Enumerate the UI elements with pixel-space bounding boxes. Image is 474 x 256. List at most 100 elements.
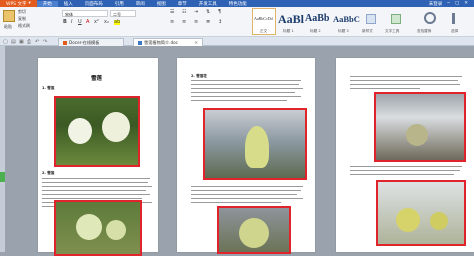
app-menu-button[interactable]: WPS 文字 ▾ [0, 0, 37, 7]
menu-references[interactable]: 引用 [109, 1, 130, 7]
close-tab-icon[interactable]: ✕ [194, 40, 198, 45]
flower-shape [76, 214, 102, 240]
text-tools-button[interactable]: 文字工具 [385, 29, 399, 34]
style-heading1-sample: AaBl [278, 12, 305, 26]
document-page-3[interactable] [336, 58, 474, 252]
save-icon[interactable]: ▣ [19, 39, 24, 45]
text-line [191, 198, 303, 199]
snow-lotus-photo-5 [374, 92, 466, 162]
login-button[interactable]: 未登录 [429, 1, 443, 7]
align-center-icon[interactable]: ≡ [182, 20, 186, 25]
highlight-icon[interactable]: ab [114, 20, 121, 25]
close-icon[interactable]: ✕ [464, 1, 468, 6]
flower-shape [239, 218, 269, 248]
title-bar: WPS 文字 ▾ 开始 插入 页面布局 引用 审阅 视图 章节 开发工具 特色功能… [0, 0, 474, 7]
align-right-icon[interactable]: ≡ [194, 20, 198, 25]
select-button[interactable]: 选择 [451, 29, 458, 34]
find-replace-icon[interactable] [424, 12, 436, 24]
undo-icon[interactable]: ↶ [35, 39, 39, 45]
paragraph-mark-icon[interactable]: ¶ [218, 10, 221, 15]
select-icon[interactable] [452, 13, 460, 24]
side-tool-icon[interactable] [0, 172, 5, 182]
snow-lotus-photo-2 [54, 200, 142, 256]
text-line [191, 92, 295, 93]
app-label: WPS 文字 [6, 1, 27, 7]
menu-insert[interactable]: 插入 [58, 1, 79, 7]
new-style-button[interactable]: 新样式 [362, 29, 373, 34]
subscript-icon[interactable]: x₂ [104, 20, 109, 25]
style-heading1[interactable]: AaBl 标题 1 [278, 8, 305, 35]
indent-icon[interactable]: ⇥ [194, 10, 198, 15]
style-normal-label: 正文 [260, 29, 268, 33]
underline-icon[interactable]: U [78, 20, 82, 25]
section-heading: 1. 雪莲 [42, 86, 55, 90]
format-painter-button[interactable]: 格式刷 [18, 23, 30, 28]
tab-label: Docer-在线模板 [69, 39, 100, 45]
align-left-icon[interactable]: ≡ [170, 20, 174, 25]
text-line [350, 88, 420, 89]
text-line [350, 84, 460, 85]
print-icon[interactable]: ⎙ [27, 39, 31, 45]
style-heading3-sample: AaBbC [333, 14, 360, 24]
text-tools-icon[interactable] [391, 14, 401, 24]
text-line [191, 96, 301, 97]
text-line [191, 202, 281, 203]
line-spacing-icon[interactable]: ↕ [218, 20, 222, 25]
style-normal-sample: AaBbCcDd [254, 16, 273, 21]
italic-icon[interactable]: I [71, 20, 72, 25]
style-heading1-label: 标题 1 [283, 29, 294, 33]
font-name-select[interactable]: 宋体 [62, 10, 108, 17]
sort-icon[interactable]: ⇅ [206, 10, 210, 15]
text-line [42, 190, 146, 191]
redo-icon[interactable]: ↷ [43, 39, 47, 45]
ribbon-toolbar: 粘贴 剪切 复制 格式刷 宋体 二号 B I U A x² x₂ ab ☰ ☷ … [0, 7, 474, 37]
paste-label: 粘贴 [4, 24, 12, 29]
style-heading3[interactable]: AaBbC 标题 3 [333, 8, 360, 35]
text-line [350, 76, 462, 77]
menu-review[interactable]: 审阅 [130, 1, 151, 7]
menu-section[interactable]: 章节 [172, 1, 193, 7]
snow-lotus-photo-6 [376, 180, 466, 246]
open-icon[interactable]: ▤ [11, 39, 16, 45]
maximize-icon[interactable]: □ [455, 1, 459, 6]
bullets-icon[interactable]: ☰ [170, 10, 174, 15]
text-line [42, 182, 148, 183]
paste-icon[interactable] [3, 10, 15, 22]
style-heading2[interactable]: AaBb 标题 2 [305, 8, 332, 35]
numbering-icon[interactable]: ☷ [182, 10, 186, 15]
cut-button[interactable]: 剪切 [18, 9, 26, 14]
menu-home[interactable]: 开始 [36, 0, 58, 7]
copy-button[interactable]: 复制 [18, 16, 26, 21]
superscript-icon[interactable]: x² [94, 20, 99, 25]
text-line [350, 166, 462, 167]
find-replace-button[interactable]: 查找替换 [417, 29, 431, 34]
justify-icon[interactable]: ≣ [206, 20, 210, 25]
snow-lotus-photo-1 [54, 96, 140, 167]
chevron-down-icon: ▾ [28, 1, 31, 6]
font-size-select[interactable]: 二号 [110, 10, 136, 17]
flower-shape [396, 208, 420, 232]
document-page-2[interactable]: 2. 雪莲花 [177, 58, 315, 254]
text-line [350, 174, 454, 175]
flower-shape [406, 124, 428, 146]
menu-developer[interactable]: 开发工具 [193, 1, 223, 7]
minimize-icon[interactable]: ─ [447, 1, 450, 6]
snow-lotus-photo-4 [217, 206, 291, 254]
tab-docer-templates[interactable]: Docer-在线模板 [58, 38, 124, 46]
left-rail [0, 46, 5, 252]
menu-view[interactable]: 视图 [151, 1, 172, 7]
text-line [191, 80, 301, 81]
new-style-icon[interactable] [366, 14, 376, 24]
bold-icon[interactable]: B [63, 20, 67, 25]
menu-page-layout[interactable]: 页面布局 [79, 1, 109, 7]
text-line [191, 84, 299, 85]
text-line [191, 88, 303, 89]
menu-features[interactable]: 特色功能 [223, 1, 253, 7]
font-color-icon[interactable]: A [86, 20, 89, 25]
document-page-1[interactable]: 雪莲 1. 雪莲 2. 雪莲 [38, 58, 158, 256]
style-normal[interactable]: AaBbCcDd 正文 [252, 8, 276, 35]
new-doc-icon[interactable]: ▢ [3, 39, 8, 45]
flower-shape [430, 212, 448, 230]
tab-document[interactable]: 雪莲植物简介.doc ✕ [133, 38, 203, 46]
font-name-value: 宋体 [65, 12, 73, 17]
